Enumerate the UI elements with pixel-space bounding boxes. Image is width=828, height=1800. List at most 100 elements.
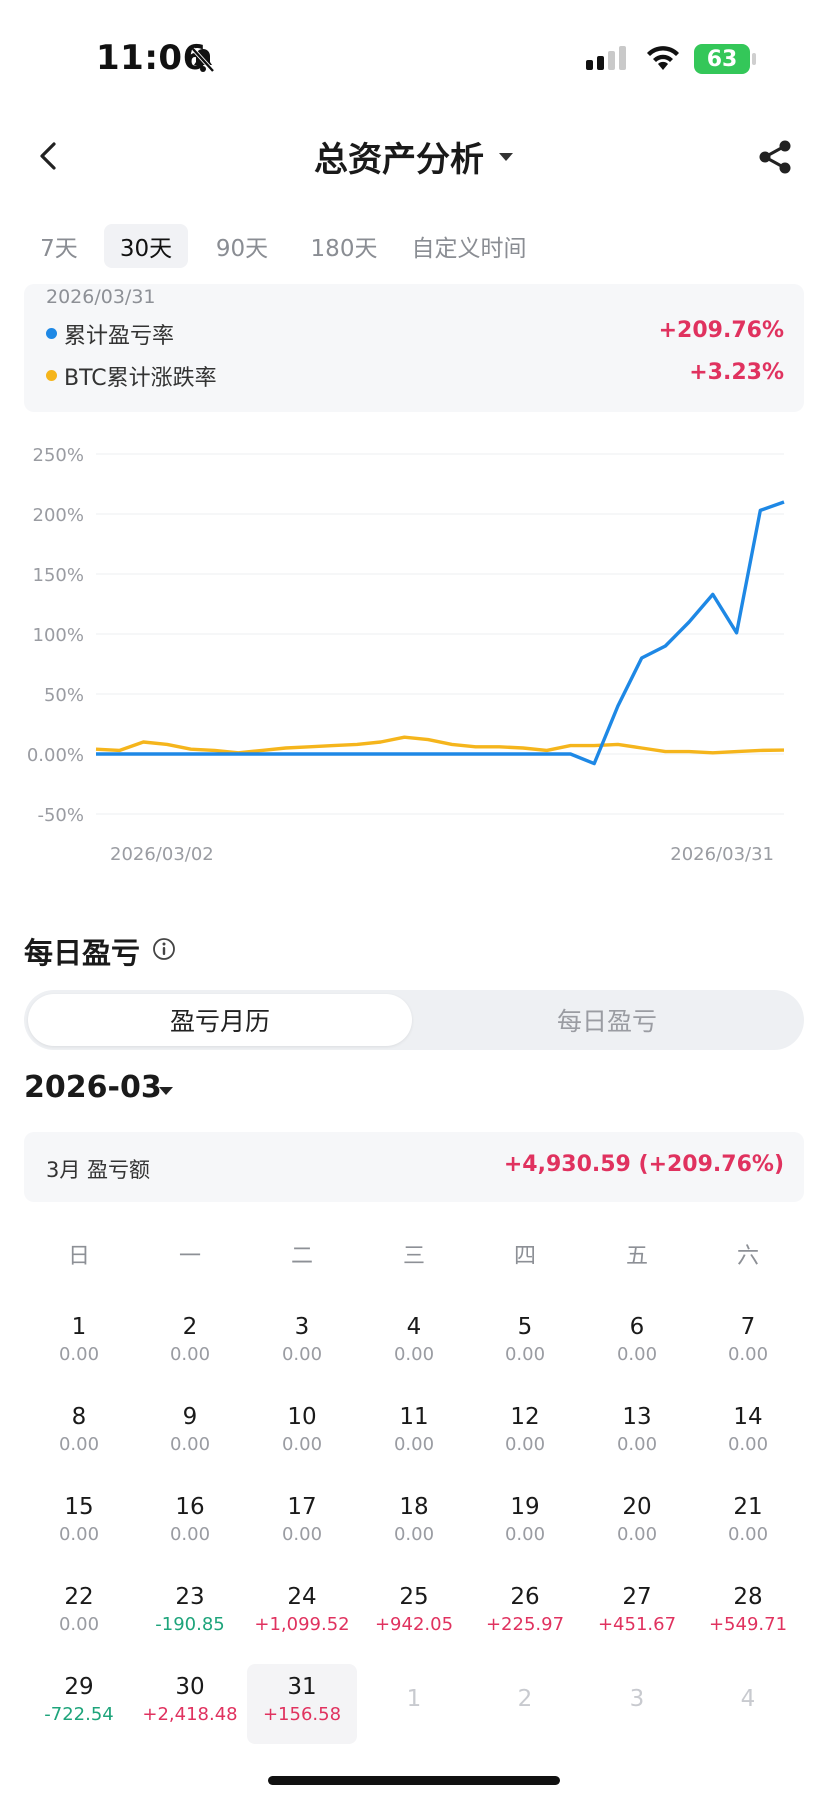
calendar-day-number: 27 (622, 1584, 652, 1610)
calendar-day-number: 20 (622, 1494, 652, 1520)
calendar-day[interactable]: 15 0.00 (24, 1484, 134, 1564)
calendar-day-pnl: 0.00 (616, 1434, 658, 1455)
tab-7d[interactable]: 7天 (26, 224, 92, 268)
month-pnl-value: +4,930.59 (+209.76%) (503, 1152, 784, 1177)
calendar-day[interactable]: 17 0.00 (247, 1484, 357, 1564)
calendar-day-next-month: 2 (470, 1664, 580, 1744)
calendar-day-number: 29 (64, 1674, 94, 1700)
battery-tip (752, 53, 756, 65)
signal-icon (586, 46, 626, 70)
legend-label-pnl: 累计盈亏率 (64, 324, 175, 349)
calendar-day[interactable]: 26 +225.97 (470, 1574, 580, 1654)
calendar-day-number: 13 (622, 1404, 652, 1430)
calendar-day[interactable]: 4 0.00 (359, 1304, 469, 1384)
calendar-day-pnl: 0.00 (58, 1524, 100, 1545)
calendar-day-number: 14 (733, 1404, 763, 1430)
calendar-day-number: 4 (740, 1686, 756, 1712)
calendar-day-pnl: +451.67 (597, 1614, 677, 1635)
line-chart[interactable]: 250% 200% 150% 100% 50% 0.00% -50% 2026/03/02 2… (0, 430, 828, 870)
calendar-day[interactable]: 19 0.00 (470, 1484, 580, 1564)
x-tick-label: 2026/03/02 (110, 844, 214, 865)
calendar-day-number: 17 (287, 1494, 317, 1520)
calendar-day-number: 5 (517, 1314, 533, 1340)
calendar-day[interactable]: 13 0.00 (582, 1394, 692, 1474)
calendar-day[interactable]: 1 0.00 (24, 1304, 134, 1384)
calendar-day[interactable]: 16 0.00 (135, 1484, 245, 1564)
calendar-day-pnl: 0.00 (58, 1344, 100, 1365)
calendar-day[interactable]: 14 0.00 (693, 1394, 803, 1474)
calendar-day[interactable]: 31 +156.58 (247, 1664, 357, 1744)
weekday-tue: 二 (290, 1244, 313, 1269)
calendar-day-number: 6 (629, 1314, 645, 1340)
calendar-day[interactable]: 23 -190.85 (135, 1574, 245, 1654)
legend-value-pnl: +209.76% (658, 318, 784, 343)
calendar-day-number: 28 (733, 1584, 763, 1610)
calendar-day-pnl: +2,418.48 (142, 1704, 238, 1725)
calendar-day-number: 1 (71, 1314, 87, 1340)
calendar-day-number: 30 (175, 1674, 205, 1700)
calendar-day-pnl: 0.00 (281, 1524, 323, 1545)
calendar-day[interactable]: 18 0.00 (359, 1484, 469, 1564)
segment-pnl-calendar[interactable]: 盈亏月历 (28, 994, 412, 1046)
tab-30d[interactable]: 30天 (104, 224, 188, 268)
calendar-day[interactable]: 28 +549.71 (693, 1574, 803, 1654)
y-tick-label: 50% (44, 685, 84, 706)
calendar-day[interactable]: 5 0.00 (470, 1304, 580, 1384)
calendar-day[interactable]: 21 0.00 (693, 1484, 803, 1564)
calendar-day[interactable]: 2 0.00 (135, 1304, 245, 1384)
calendar-day[interactable]: 30 +2,418.48 (135, 1664, 245, 1744)
y-tick-label: 100% (33, 625, 84, 646)
weekday-thu: 四 (513, 1244, 536, 1269)
bell-muted-icon (191, 47, 215, 73)
calendar-day[interactable]: 12 0.00 (470, 1394, 580, 1474)
calendar-day-pnl: 0.00 (281, 1434, 323, 1455)
calendar-day[interactable]: 3 0.00 (247, 1304, 357, 1384)
calendar-day[interactable]: 6 0.00 (582, 1304, 692, 1384)
y-tick-label: 0.00% (27, 745, 84, 766)
caret-down-icon[interactable] (158, 1085, 174, 1097)
calendar-day[interactable]: 29 -722.54 (24, 1664, 134, 1744)
calendar-day-number: 26 (510, 1584, 540, 1610)
calendar-day[interactable]: 9 0.00 (135, 1394, 245, 1474)
series-line-btc (95, 735, 785, 755)
calendar-day-number: 10 (287, 1404, 317, 1430)
calendar-day-number: 11 (399, 1404, 429, 1430)
calendar-day[interactable]: 10 0.00 (247, 1394, 357, 1474)
series-line-pnl (96, 500, 785, 766)
calendar-day-number: 1 (406, 1686, 422, 1712)
tab-180d[interactable]: 180天 (296, 224, 392, 268)
calendar-day-number: 7 (740, 1314, 756, 1340)
segment-daily-pnl[interactable]: 每日盈亏 (414, 994, 800, 1046)
tab-90d[interactable]: 90天 (200, 224, 284, 268)
calendar-day-pnl: 0.00 (169, 1524, 211, 1545)
calendar-day-number: 2 (182, 1314, 198, 1340)
caret-down-icon (499, 152, 513, 161)
calendar-day[interactable]: 20 0.00 (582, 1484, 692, 1564)
calendar-day[interactable]: 22 0.00 (24, 1574, 134, 1654)
share-icon[interactable] (756, 138, 794, 176)
calendar-day-pnl: 0.00 (393, 1524, 435, 1545)
calendar-day-pnl: +942.05 (374, 1614, 454, 1635)
page-title: 总资产分析 (314, 140, 484, 180)
calendar-day[interactable]: 11 0.00 (359, 1394, 469, 1474)
calendar-day[interactable]: 25 +942.05 (359, 1574, 469, 1654)
calendar-day-number: 15 (64, 1494, 94, 1520)
calendar-day-pnl: 0.00 (727, 1524, 769, 1545)
info-icon[interactable] (152, 937, 176, 961)
calendar-day-number: 8 (71, 1404, 87, 1430)
calendar-day-number: 23 (175, 1584, 205, 1610)
calendar-day-pnl: 0.00 (393, 1344, 435, 1365)
tab-custom-range[interactable]: 自定义时间 (404, 224, 534, 268)
y-tick-label: 150% (33, 565, 84, 586)
calendar-day-pnl: +1,099.52 (254, 1614, 350, 1635)
calendar-day[interactable]: 8 0.00 (24, 1394, 134, 1474)
calendar-day[interactable]: 27 +451.67 (582, 1574, 692, 1654)
calendar-day[interactable]: 24 +1,099.52 (247, 1574, 357, 1654)
page-title-dropdown[interactable]: 总资产分析 (0, 132, 828, 181)
calendar-day[interactable]: 7 0.00 (693, 1304, 803, 1384)
y-tick-label: 250% (33, 445, 84, 466)
calendar-day-number: 31 (287, 1674, 317, 1700)
weekday-sun: 日 (67, 1244, 90, 1269)
calendar-day-pnl: 0.00 (504, 1344, 546, 1365)
month-selector[interactable]: 2026-03 (24, 1070, 162, 1105)
